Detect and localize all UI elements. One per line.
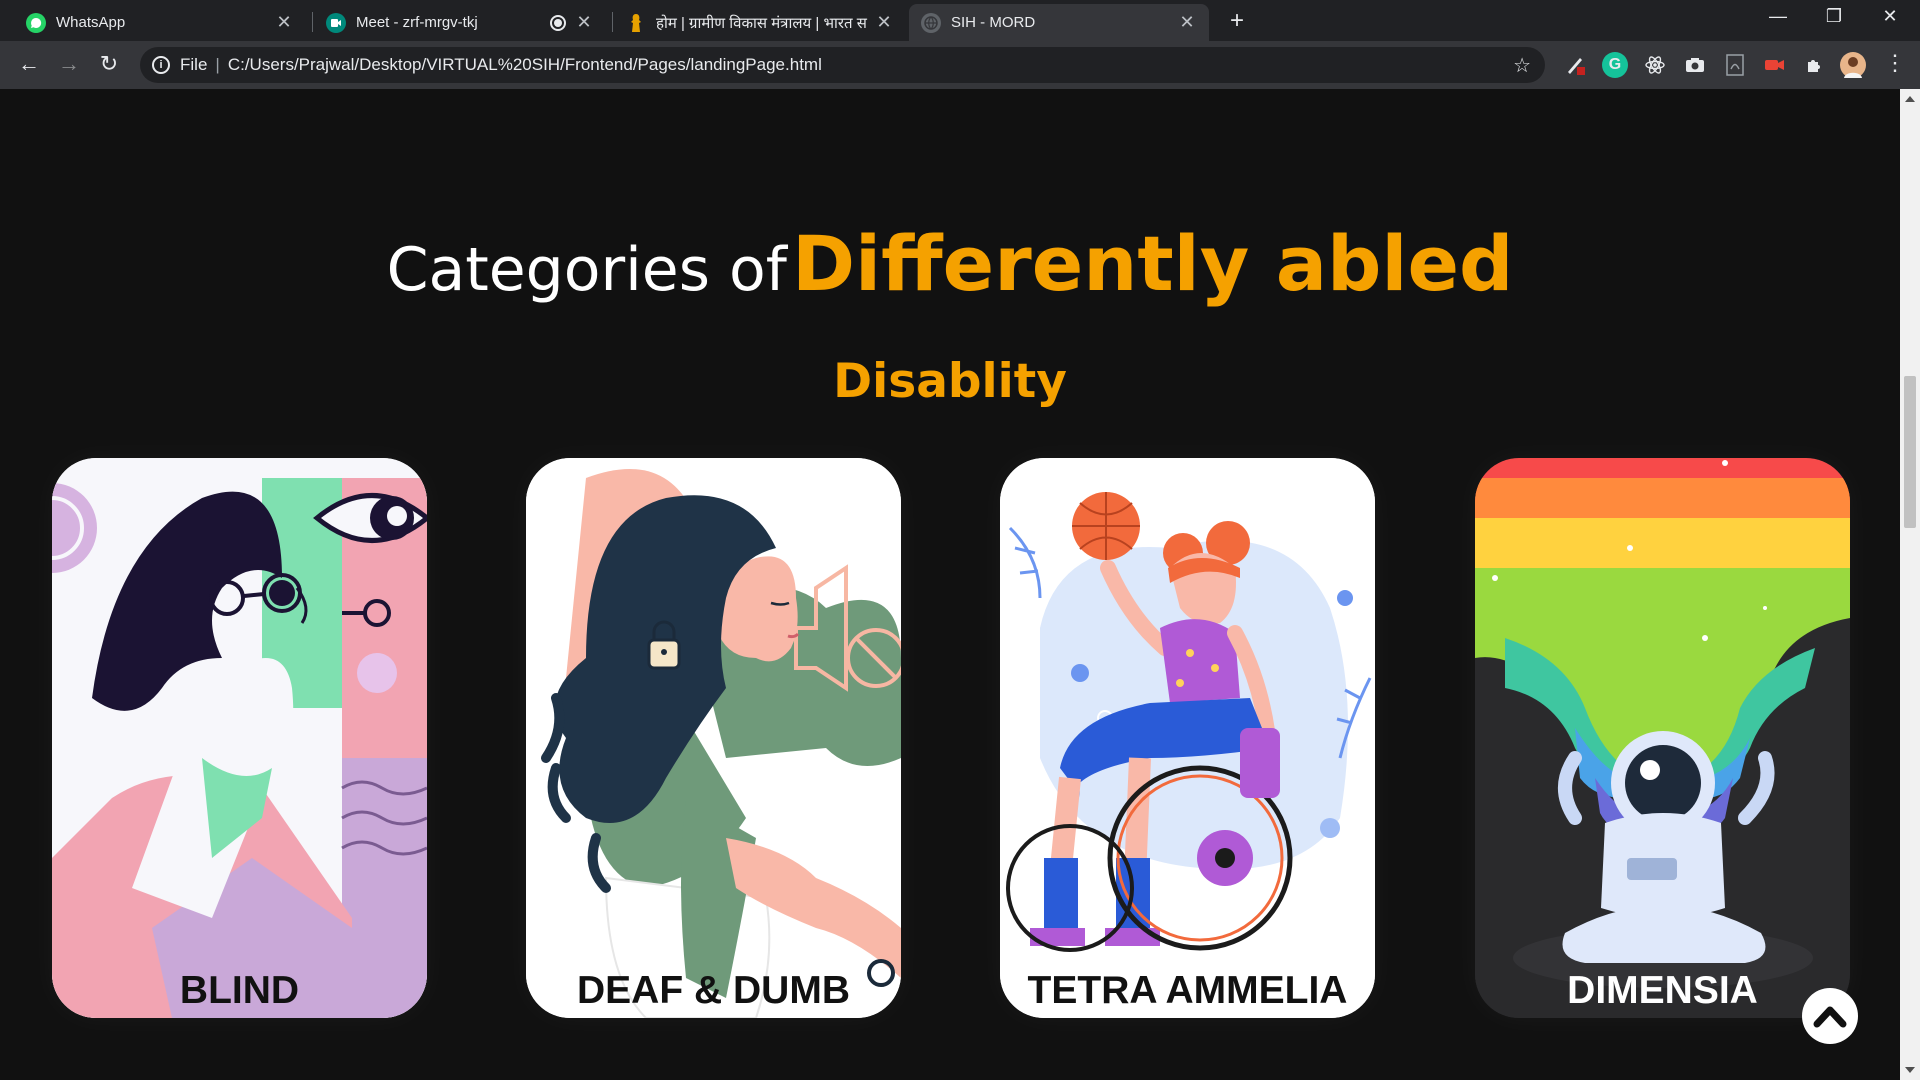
tab-divider xyxy=(312,12,313,32)
tab-title: WhatsApp xyxy=(56,14,126,31)
heading-highlight: Differently abled xyxy=(791,219,1514,308)
section-heading: Categories of Differently abled xyxy=(0,219,1900,308)
tetra-ammelia-illustration xyxy=(1000,458,1375,1018)
grammarly-icon[interactable]: G xyxy=(1602,52,1628,78)
card-blind[interactable]: BLIND xyxy=(52,458,427,1018)
minimize-button[interactable]: — xyxy=(1758,6,1798,27)
tab-sih-mord[interactable]: SIH - MORD ✕ xyxy=(909,4,1209,41)
tab-strip: WhatsApp ✕ Meet - zrf-mrgv-tkj ✕ होम | ग… xyxy=(0,0,1920,41)
card-label: TETRA AMMELIA xyxy=(1027,969,1348,1012)
forward-button[interactable]: → xyxy=(54,51,84,77)
scheme-label: File xyxy=(180,55,208,74)
card-label: DEAF & DUMB xyxy=(577,969,850,1012)
browser-menu-button[interactable]: ⋮ xyxy=(1880,50,1910,76)
tab-title: SIH - MORD xyxy=(951,14,1036,31)
tab-divider xyxy=(612,12,613,32)
tab-meet[interactable]: Meet - zrf-mrgv-tkj ✕ xyxy=(314,4,606,41)
react-devtools-icon[interactable] xyxy=(1642,52,1668,78)
tab-mord-home[interactable]: होम | ग्रामीण विकास मंत्रालय | भारत स ✕ xyxy=(614,4,906,41)
deaf-dumb-illustration xyxy=(526,458,901,1018)
heading-prefix: Categories of xyxy=(386,235,787,305)
reload-button[interactable]: ↻ xyxy=(94,51,124,77)
card-deaf-dumb[interactable]: DEAF & DUMB xyxy=(526,458,901,1018)
page-scrollbar[interactable] xyxy=(1900,89,1920,1080)
back-button[interactable]: ← xyxy=(14,51,44,77)
card-label: BLIND xyxy=(179,969,300,1012)
extensions-puzzle-icon[interactable] xyxy=(1802,52,1828,78)
scroll-down-arrow[interactable] xyxy=(1905,1067,1915,1073)
screen-recorder-icon[interactable] xyxy=(1762,52,1788,78)
profile-avatar[interactable] xyxy=(1840,52,1866,78)
scheme-divider: | xyxy=(215,55,220,74)
url-text[interactable]: C:/Users/Prajwal/Desktop/VIRTUAL%20SIH/F… xyxy=(228,55,822,75)
card-tetra-ammelia[interactable]: TETRA AMMELIA xyxy=(1000,458,1375,1018)
globe-icon xyxy=(921,12,941,33)
browser-toolbar: ← → ↻ i File | C:/Users/Prajwal/Desktop/… xyxy=(0,41,1920,89)
restore-button[interactable]: ❐ xyxy=(1814,6,1854,27)
card-dimensia[interactable]: DIMENSIA xyxy=(1475,458,1850,1018)
whatsapp-icon xyxy=(26,12,46,33)
subheading: Disablity xyxy=(833,354,1067,409)
emblem-icon xyxy=(626,13,646,33)
google-meet-icon xyxy=(326,12,346,33)
tab-title: Meet - zrf-mrgv-tkj xyxy=(356,14,478,31)
card-label: DIMENSIA xyxy=(1567,969,1758,1012)
close-tab-icon[interactable]: ✕ xyxy=(874,12,894,33)
tab-whatsapp[interactable]: WhatsApp ✕ xyxy=(14,4,306,41)
pen-extension-icon[interactable] xyxy=(1562,52,1588,78)
pdf-extension-icon[interactable] xyxy=(1722,52,1748,78)
recording-icon xyxy=(550,14,566,31)
close-window-button[interactable]: ✕ xyxy=(1870,6,1910,27)
scrollbar-thumb[interactable] xyxy=(1904,376,1916,528)
tab-title: होम | ग्रामीण विकास मंत्रालय | भारत स xyxy=(656,14,867,32)
close-tab-icon[interactable]: ✕ xyxy=(574,12,594,33)
close-tab-icon[interactable]: ✕ xyxy=(274,12,294,33)
address-bar[interactable]: i File | C:/Users/Prajwal/Desktop/VIRTUA… xyxy=(140,47,1545,83)
dimensia-illustration xyxy=(1475,458,1850,1018)
blind-illustration xyxy=(52,458,427,1018)
close-tab-icon[interactable]: ✕ xyxy=(1177,12,1197,33)
page-content: Categories of Differently abled Disablit… xyxy=(0,89,1900,1080)
chevron-up-icon xyxy=(1813,1006,1847,1028)
new-tab-button[interactable]: + xyxy=(1223,8,1251,36)
bookmark-star-icon[interactable]: ☆ xyxy=(1513,53,1531,78)
camera-extension-icon[interactable] xyxy=(1682,52,1708,78)
scroll-to-top-button[interactable] xyxy=(1802,988,1858,1044)
scroll-up-arrow[interactable] xyxy=(1905,96,1915,102)
site-info-icon[interactable]: i xyxy=(152,56,170,74)
